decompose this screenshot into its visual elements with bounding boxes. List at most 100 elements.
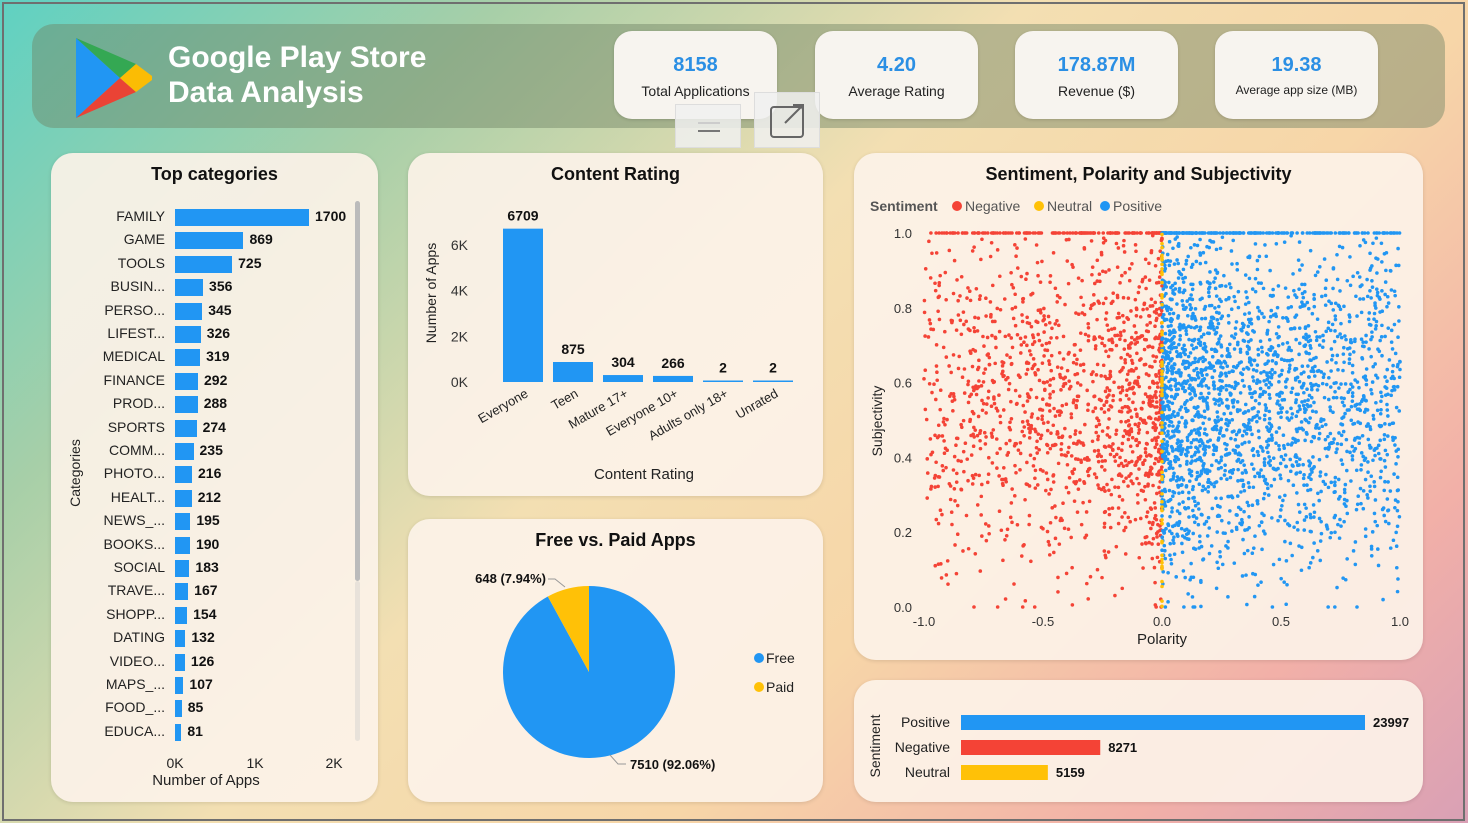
category-bar[interactable] xyxy=(175,583,189,601)
scatter-point-positive xyxy=(1177,519,1182,524)
scatter-point-positive xyxy=(1301,403,1306,408)
scatter-point-positive xyxy=(1201,484,1205,489)
scatter-point-negative xyxy=(1133,422,1138,427)
scatter-point-negative xyxy=(966,327,971,331)
category-bar[interactable] xyxy=(175,536,190,554)
category-bar[interactable] xyxy=(175,349,201,367)
scatter-point-negative xyxy=(1117,463,1121,468)
category-bar[interactable] xyxy=(175,302,203,320)
scatter-point-positive xyxy=(1359,451,1364,455)
scatter-point-positive xyxy=(1266,231,1271,235)
category-bar[interactable] xyxy=(175,513,191,531)
scatter-point-positive xyxy=(1190,338,1195,343)
scatter-point-positive xyxy=(1256,410,1261,414)
scatter-point-negative xyxy=(1049,353,1054,358)
scatter-point-positive xyxy=(1291,483,1296,488)
scatter-point-negative xyxy=(1062,526,1067,531)
category-bar[interactable] xyxy=(175,279,204,297)
scatter-point-negative xyxy=(1023,335,1028,339)
category-bar[interactable] xyxy=(175,723,182,741)
focus-mode-button[interactable] xyxy=(754,92,820,148)
scatter-point-positive xyxy=(1216,438,1221,442)
category-bar[interactable] xyxy=(175,232,244,250)
scatter-point-positive xyxy=(1184,258,1189,263)
scatter-point-negative xyxy=(956,313,961,317)
category-bar[interactable] xyxy=(175,489,192,507)
scatter-point-positive xyxy=(1191,531,1196,536)
category-bar[interactable] xyxy=(175,466,193,484)
scatter-point-negative xyxy=(1072,343,1077,347)
scatter-point-negative xyxy=(1023,599,1028,603)
scatter-point-negative xyxy=(1126,418,1131,423)
scatter-point-positive xyxy=(1293,315,1297,319)
category-bar[interactable] xyxy=(175,700,182,718)
scatter-point-negative xyxy=(1139,334,1143,339)
scatter-point-positive xyxy=(1376,451,1381,456)
scatter-point-negative xyxy=(1090,272,1094,277)
scatter-point-neutral xyxy=(1160,518,1164,522)
category-bar[interactable] xyxy=(175,677,184,694)
scatter-point-positive xyxy=(1296,392,1300,397)
scatter-point-positive xyxy=(1360,283,1364,287)
scatter-point-positive xyxy=(1285,410,1289,414)
scatter-point-positive xyxy=(1192,360,1197,365)
scatter-point-negative xyxy=(1126,484,1130,488)
scatter-point-negative xyxy=(1150,438,1155,443)
category-bar[interactable] xyxy=(175,209,309,226)
scatter-point-negative xyxy=(1037,378,1042,383)
x-tick-label: Everyone xyxy=(475,386,530,426)
scatter-point-positive xyxy=(1250,551,1255,556)
scatter-point-positive xyxy=(1207,294,1212,299)
scatter-point-negative xyxy=(983,522,988,526)
scatter-point-positive xyxy=(1289,305,1294,309)
scatter-point-positive xyxy=(1210,506,1215,511)
category-bar[interactable] xyxy=(175,630,186,648)
scatter-point-positive xyxy=(1290,441,1295,445)
scatter-point-positive xyxy=(1249,357,1253,362)
scrollbar[interactable] xyxy=(355,201,360,581)
scatter-point-negative xyxy=(1147,261,1151,266)
scatter-point-positive xyxy=(1247,515,1251,519)
scatter-point-positive xyxy=(1247,254,1252,258)
scatter-point-negative xyxy=(1107,417,1111,421)
category-bar[interactable] xyxy=(175,653,185,671)
scatter-point-negative xyxy=(1092,394,1096,399)
scatter-point-positive xyxy=(1347,319,1352,324)
scatter-point-positive xyxy=(1366,231,1370,235)
scatter-point-positive xyxy=(1190,287,1195,292)
scatter-point-positive xyxy=(1169,557,1173,562)
category-bar[interactable] xyxy=(175,419,197,437)
scatter-point-negative xyxy=(982,231,986,235)
scatter-point-positive xyxy=(1257,401,1262,406)
scatter-point-positive xyxy=(1344,337,1348,342)
scatter-point-negative xyxy=(998,308,1003,312)
scatter-point-neutral xyxy=(1160,579,1164,584)
category-bar[interactable] xyxy=(175,255,233,273)
category-bar[interactable] xyxy=(175,396,198,414)
category-bar[interactable] xyxy=(175,372,199,390)
scatter-point-positive xyxy=(1245,500,1250,505)
scatter-point-positive xyxy=(1267,438,1271,443)
scatter-point-negative xyxy=(1143,473,1148,477)
scatter-point-negative xyxy=(993,361,997,366)
scatter-point-positive xyxy=(1387,358,1392,362)
category-bar[interactable] xyxy=(175,606,188,624)
more-options-button[interactable] xyxy=(675,104,741,148)
scatter-point-positive xyxy=(1289,348,1294,353)
scatter-point-positive xyxy=(1163,283,1167,287)
scatter-point-positive xyxy=(1351,274,1355,279)
scatter-point-positive xyxy=(1372,484,1377,489)
category-bar[interactable] xyxy=(175,560,190,577)
scatter-point-negative xyxy=(964,319,969,324)
scatter-point-negative xyxy=(1101,231,1106,235)
scatter-point-positive xyxy=(1351,350,1356,354)
scatter-point-positive xyxy=(1261,529,1266,533)
scatter-point-positive xyxy=(1235,268,1240,272)
scatter-point-negative xyxy=(1023,237,1028,241)
scatter-point-positive xyxy=(1294,414,1299,419)
category-bar[interactable] xyxy=(175,443,194,460)
scatter-point-negative xyxy=(1132,324,1137,328)
scatter-point-neutral xyxy=(1160,470,1164,475)
category-bar[interactable] xyxy=(175,326,201,343)
scatter-point-negative xyxy=(1148,506,1153,510)
